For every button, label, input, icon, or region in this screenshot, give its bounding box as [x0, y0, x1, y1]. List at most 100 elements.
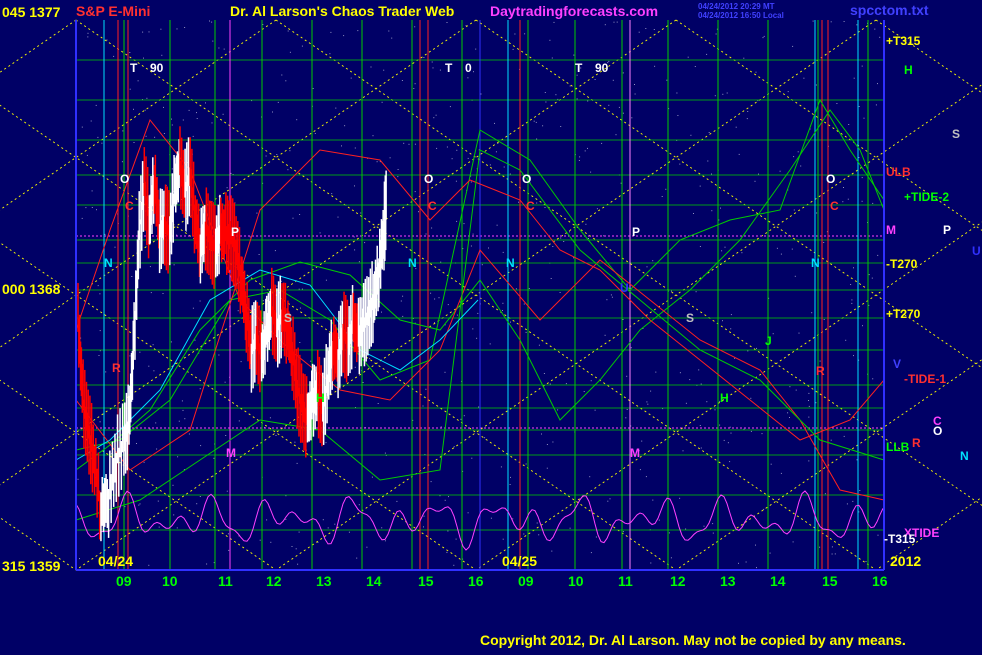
- chart-letter-label: S: [686, 311, 694, 325]
- star-dot: [354, 366, 356, 368]
- star-dot: [700, 383, 702, 385]
- star-dot: [510, 476, 511, 478]
- star-dot: [578, 160, 580, 161]
- star-dot: [851, 299, 853, 301]
- star-dot: [843, 187, 844, 188]
- star-dot: [824, 493, 826, 495]
- star-dot: [763, 35, 765, 37]
- star-dot: [91, 207, 93, 208]
- star-dot: [330, 31, 332, 33]
- star-dot: [706, 401, 708, 403]
- star-dot: [463, 415, 465, 417]
- star-dot: [383, 69, 385, 71]
- star-dot: [808, 392, 810, 394]
- star-dot: [77, 478, 79, 480]
- star-dot: [877, 83, 878, 85]
- star-dot: [671, 290, 672, 292]
- star-dot: [738, 153, 740, 155]
- star-dot: [798, 332, 800, 334]
- star-dot: [87, 36, 89, 38]
- star-dot: [114, 246, 116, 248]
- star-dot: [455, 538, 457, 540]
- star-dot: [776, 247, 778, 249]
- star-dot: [590, 552, 592, 554]
- star-dot: [789, 386, 791, 388]
- star-dot: [544, 207, 546, 208]
- star-dot: [269, 417, 271, 419]
- star-dot: [762, 37, 764, 39]
- x-tick-label: 09: [116, 573, 132, 589]
- star-dot: [808, 416, 810, 418]
- star-dot: [658, 519, 660, 521]
- star-dot: [611, 296, 613, 298]
- star-dot: [834, 553, 836, 555]
- star-dot: [666, 79, 668, 81]
- x-tick-label: 16: [468, 573, 484, 589]
- star-dot: [856, 24, 858, 26]
- star-dot: [496, 224, 498, 226]
- star-dot: [196, 112, 197, 114]
- star-dot: [205, 102, 206, 104]
- star-dot: [470, 245, 472, 247]
- star-dot: [460, 418, 462, 420]
- star-dot: [472, 328, 474, 330]
- star-dot: [811, 312, 813, 314]
- star-dot: [694, 66, 696, 67]
- star-dot: [509, 484, 511, 485]
- star-dot: [297, 563, 299, 565]
- star-dot: [727, 442, 729, 444]
- chart-letter-label: O: [826, 172, 835, 186]
- star-dot: [184, 418, 186, 420]
- star-dot: [455, 180, 457, 182]
- star-dot: [148, 564, 150, 566]
- star-dot: [851, 302, 853, 304]
- star-dot: [787, 91, 789, 93]
- star-dot: [861, 65, 863, 67]
- star-dot: [334, 523, 336, 525]
- star-dot: [414, 191, 416, 193]
- star-dot: [391, 37, 393, 39]
- chart-letter-label: O: [424, 172, 433, 186]
- star-dot: [808, 405, 810, 407]
- file-name: spcctom.txt: [850, 2, 929, 18]
- star-dot: [626, 375, 628, 377]
- star-dot: [536, 202, 538, 204]
- star-dot: [546, 467, 548, 469]
- star-dot: [622, 72, 624, 74]
- star-dot: [502, 310, 503, 311]
- star-dot: [858, 157, 860, 158]
- chart-letter-label: P: [231, 225, 239, 239]
- star-dot: [712, 532, 714, 534]
- x-tick-label: 16: [872, 573, 888, 589]
- star-dot: [750, 397, 752, 399]
- star-dot: [277, 101, 279, 103]
- chart-letter-label: H: [720, 391, 729, 405]
- star-dot: [515, 288, 517, 290]
- star-dot: [865, 561, 867, 562]
- star-dot: [538, 534, 540, 536]
- star-dot: [631, 117, 633, 119]
- star-dot: [594, 79, 596, 80]
- right-level-label: V: [893, 357, 901, 371]
- star-dot: [502, 538, 504, 540]
- star-dot: [538, 344, 540, 346]
- star-dot: [754, 180, 756, 182]
- chart-letter-label: 90: [150, 61, 164, 75]
- star-dot: [150, 292, 152, 294]
- star-dot: [502, 302, 504, 304]
- star-dot: [861, 200, 863, 202]
- star-dot: [335, 107, 337, 109]
- star-dot: [192, 135, 194, 137]
- right-level-label: LLB: [886, 440, 910, 454]
- star-dot: [711, 173, 712, 175]
- star-dot: [615, 134, 617, 136]
- star-dot: [583, 391, 585, 392]
- star-dot: [212, 40, 214, 42]
- x-tick-label: 14: [770, 573, 786, 589]
- star-dot: [668, 532, 670, 534]
- star-dot: [196, 503, 198, 505]
- star-dot: [149, 266, 151, 268]
- star-dot: [576, 98, 578, 100]
- x-tick-label: 09: [518, 573, 534, 589]
- star-dot: [325, 442, 327, 444]
